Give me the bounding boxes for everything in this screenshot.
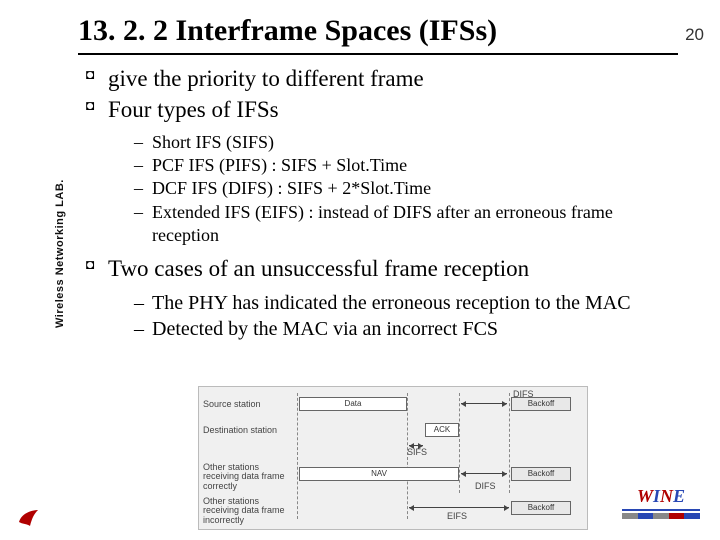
sub-list: Short IFS (SIFS) PCF IFS (PIFS) : SIFS +… — [108, 131, 678, 248]
diagram-box-backoff: Backoff — [511, 397, 571, 411]
diagram-row-label: Other stations receiving data frame inco… — [203, 497, 293, 525]
slide: 13. 2. 2 Interframe Spaces (IFSs) 20 giv… — [0, 0, 720, 540]
diagram-row-label: Source station — [203, 399, 293, 409]
guide-line — [509, 393, 510, 493]
diagram-row-label: Destination station — [203, 425, 293, 435]
sub-item: PCF IFS (PIFS) : SIFS + Slot.Time — [134, 154, 678, 177]
diagram-box-ack: ACK — [425, 423, 459, 437]
bullet-list: give the priority to different frame Fou… — [78, 65, 678, 342]
sub-item: The PHY has indicated the erroneous rece… — [134, 290, 678, 316]
difs-arrow — [461, 473, 507, 474]
sifs-arrow — [409, 445, 423, 446]
bullet-item-label: Four types of IFSs — [108, 97, 279, 122]
wine-logo-bar — [622, 509, 700, 511]
diagram-label: EIFS — [447, 511, 467, 521]
difs-arrow — [461, 403, 507, 404]
wine-logo-stripes — [622, 513, 700, 519]
wine-logo: WINE — [622, 486, 700, 526]
guide-line — [297, 393, 298, 519]
eifs-arrow — [409, 507, 509, 508]
sub-item: Detected by the MAC via an incorrect FCS — [134, 316, 678, 342]
slide-title: 13. 2. 2 Interframe Spaces (IFSs) — [78, 14, 497, 51]
diagram-row-label: Other stations receiving data frame corr… — [203, 463, 293, 491]
diagram-box-backoff: Backoff — [511, 501, 571, 515]
diagram-box-backoff: Backoff — [511, 467, 571, 481]
title-rule — [78, 53, 678, 55]
bullet-item: give the priority to different frame — [86, 65, 678, 94]
bullet-item-label: Two cases of an unsuccessful frame recep… — [108, 256, 529, 281]
side-lab-label: Wireless Networking LAB. — [54, 179, 66, 328]
diagram-label: DIFS — [475, 481, 496, 491]
sub-list: The PHY has indicated the erroneous rece… — [108, 290, 678, 342]
diagram-box-data: Data — [299, 397, 407, 411]
guide-line — [459, 393, 460, 493]
title-row: 13. 2. 2 Interframe Spaces (IFSs) 20 — [78, 14, 678, 51]
timing-diagram: Source station Data DIFS Backoff Destina… — [198, 386, 588, 530]
bullet-item: Two cases of an unsuccessful frame recep… — [86, 255, 678, 342]
bird-icon — [16, 506, 40, 530]
bullet-item: Four types of IFSs Short IFS (SIFS) PCF … — [86, 96, 678, 248]
diagram-box-nav: NAV — [299, 467, 459, 481]
sub-item: Short IFS (SIFS) — [134, 131, 678, 154]
page-number: 20 — [685, 25, 704, 45]
wine-logo-text: WINE — [622, 486, 700, 507]
kwangwoon-logo — [16, 506, 40, 530]
sub-item: Extended IFS (EIFS) : instead of DIFS af… — [134, 201, 678, 248]
diagram-label: SIFS — [407, 447, 427, 457]
sub-item: DCF IFS (DIFS) : SIFS + 2*Slot.Time — [134, 177, 678, 200]
